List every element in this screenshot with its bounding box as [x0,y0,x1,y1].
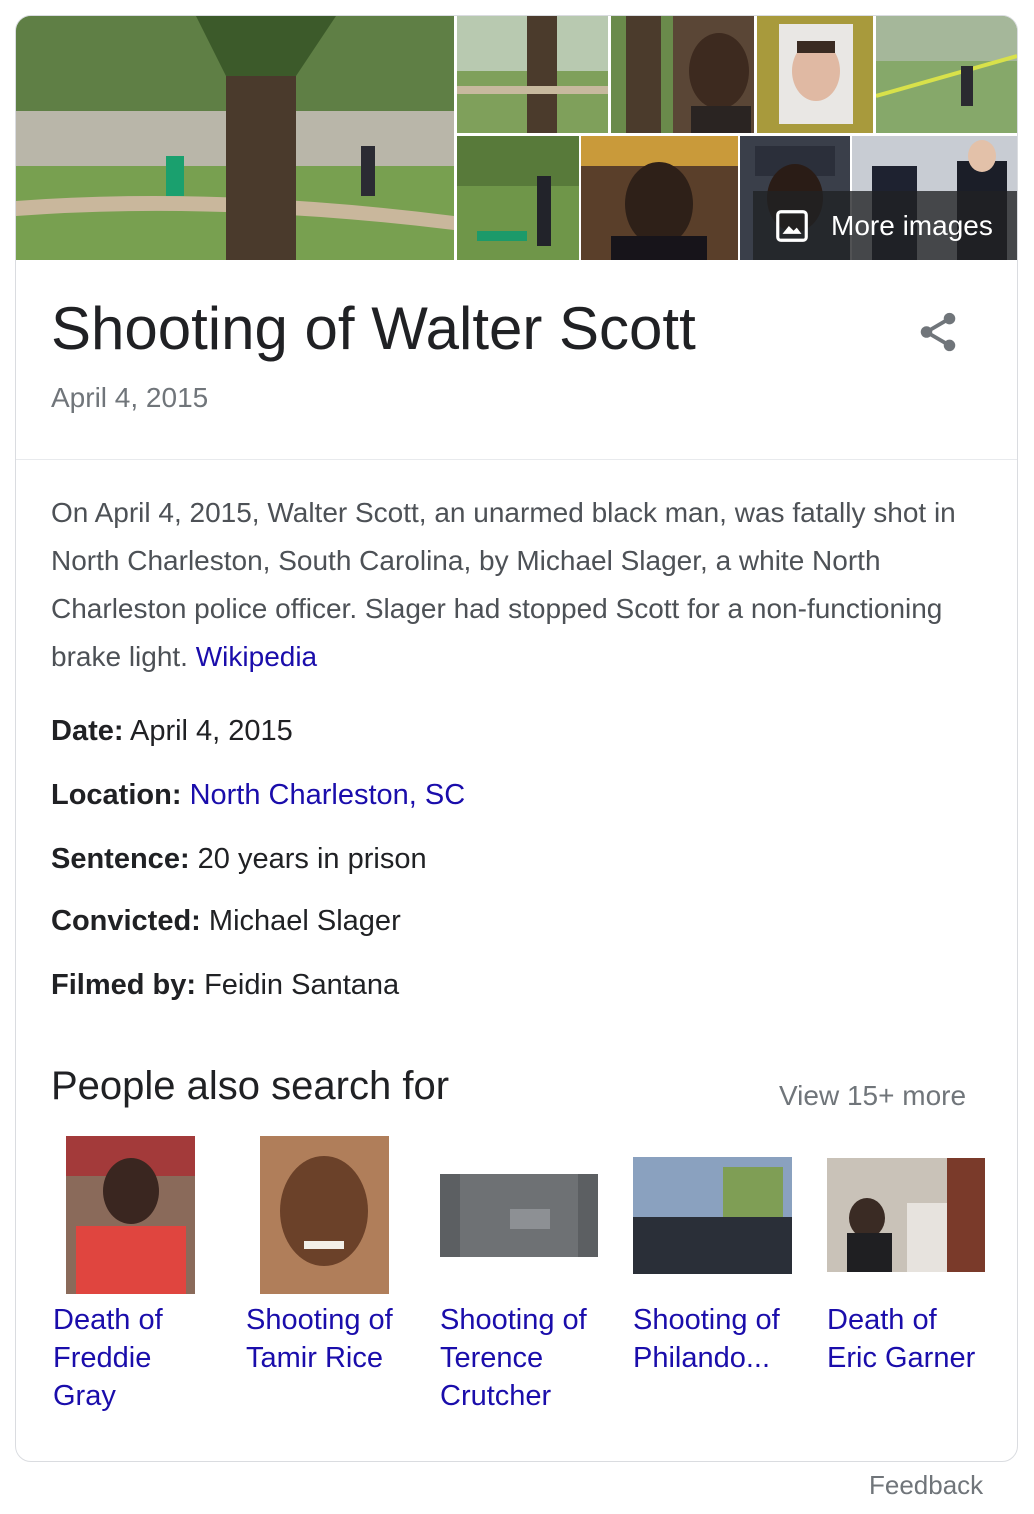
related-item-philando-castile[interactable]: Shooting of Philando... [633,1301,808,1377]
fact-value: April 4, 2015 [129,715,293,747]
thumb-eric-garner[interactable] [827,1158,985,1272]
gallery-image-6[interactable] [457,136,579,260]
gallery-image-main[interactable] [16,16,454,260]
image-icon [776,209,808,242]
fact-label: Location: [51,779,182,811]
fact-location: Location: North Charleston, SC [51,779,465,812]
image-gallery[interactable]: More images [16,16,1017,260]
share-icon[interactable] [915,309,961,355]
feedback-link[interactable]: Feedback [869,1470,983,1501]
knowledge-panel: More images Shooting of Walter Scott Apr… [15,15,1018,1462]
fact-label: Convicted: [51,905,201,937]
related-label-line: Terence [440,1342,544,1374]
related-label-line: Death of [827,1304,937,1336]
fact-value: Michael Slager [208,905,401,937]
related-item-terence-crutcher[interactable]: Shooting of Terence Crutcher [440,1301,615,1415]
related-label-line: Philando... [633,1342,771,1374]
related-item-freddie-gray[interactable]: Death of Freddie Gray [53,1301,228,1415]
related-label-line: Shooting of [246,1304,393,1336]
fact-label: Sentence: [51,843,190,875]
divider [16,459,1017,460]
fact-label: Filmed by: [51,969,197,1001]
related-label-line: Tamir Rice [246,1342,383,1374]
related-label-line: Eric Garner [827,1342,976,1374]
gallery-image-5[interactable] [876,16,1017,133]
panel-subtitle: April 4, 2015 [51,382,209,413]
fact-convicted: Convicted: Michael Slager [51,905,401,938]
more-images-label: More images [831,209,993,241]
panel-title: Shooting of Walter Scott [51,295,696,362]
wikipedia-link[interactable]: Wikipedia [196,641,317,672]
thumb-philando-castile[interactable] [633,1157,792,1274]
description-text: On April 4, 2015, Walter Scott, an unarm… [51,497,956,672]
location-link[interactable]: North Charleston, SC [190,779,466,811]
description: On April 4, 2015, Walter Scott, an unarm… [51,489,986,681]
people-also-search-heading: People also search for [51,1064,450,1108]
fact-date: Date: April 4, 2015 [51,715,293,748]
related-label-line: Shooting of [440,1304,587,1336]
view-more-link[interactable]: View 15+ more [779,1080,966,1112]
thumb-tamir-rice[interactable] [260,1136,389,1294]
related-label-line: Gray [53,1380,116,1412]
gallery-image-2[interactable] [457,16,608,133]
fact-label: Date: [51,715,124,747]
thumb-terence-crutcher[interactable] [440,1174,598,1257]
related-label-line: Freddie [53,1342,152,1374]
gallery-image-3[interactable] [611,16,754,133]
gallery-image-7[interactable] [581,136,738,260]
fact-value: Feidin Santana [204,969,400,1001]
fact-filmed-by: Filmed by: Feidin Santana [51,969,399,1002]
more-images-button[interactable]: More images [753,191,1017,260]
related-item-tamir-rice[interactable]: Shooting of Tamir Rice [246,1301,421,1377]
related-label-line: Death of [53,1304,163,1336]
related-item-eric-garner[interactable]: Death of Eric Garner [827,1301,1002,1377]
gallery-image-4[interactable] [757,16,873,133]
fact-sentence: Sentence: 20 years in prison [51,843,427,876]
related-label-line: Shooting of [633,1304,780,1336]
related-label-line: Crutcher [440,1380,552,1412]
thumb-freddie-gray[interactable] [66,1136,195,1294]
fact-value: 20 years in prison [197,843,427,875]
